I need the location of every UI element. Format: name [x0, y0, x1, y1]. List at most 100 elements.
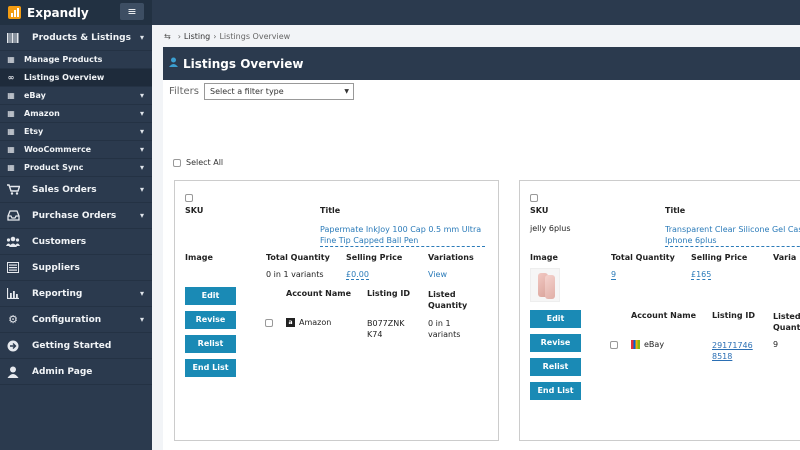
account-name-header: Account Name — [631, 311, 697, 320]
chevron-down-icon: ▾ — [139, 33, 144, 42]
sidebar-item-woocommerce[interactable]: ▦ WooCommerce ▾ — [0, 141, 152, 159]
grid-icon: ▦ — [7, 109, 15, 118]
title-value[interactable]: Papermate InkJoy 100 Cap 0.5 mm Ultra Fi… — [320, 224, 485, 247]
image-header: Image — [530, 253, 558, 262]
sidebar-item-amazon[interactable]: ▦ Amazon ▾ — [0, 105, 152, 123]
listing-id-value: B077ZNK K74 — [367, 319, 405, 339]
sidebar-item-label: Purchase Orders — [32, 210, 117, 221]
variations-header: Varia — [773, 253, 797, 262]
selling-price-header: Selling Price — [691, 253, 748, 262]
end-list-button[interactable]: End List — [530, 382, 581, 400]
breadcrumb-separator: › — [213, 31, 217, 41]
sidebar-item-ebay[interactable]: ▦ eBay ▾ — [0, 87, 152, 105]
filter-type-select[interactable]: Select a filter type ▼ — [203, 83, 354, 100]
variations-header: Variations — [428, 253, 474, 262]
product-thumbnail[interactable] — [530, 268, 560, 302]
total-quantity-value: 0 in 1 variants — [266, 270, 324, 279]
sidebar-item-suppliers[interactable]: Suppliers — [0, 255, 152, 281]
arrow-circle-icon — [6, 340, 20, 352]
sidebar-item-purchase-orders[interactable]: Purchase Orders ▾ — [0, 203, 152, 229]
edit-button[interactable]: Edit — [185, 287, 236, 305]
sku-header: SKU — [530, 206, 549, 215]
user-icon — [169, 57, 178, 70]
sidebar-item-listings-overview[interactable]: ∞ Listings Overview — [0, 69, 152, 87]
selling-price-value[interactable]: £165 — [691, 270, 712, 280]
listing-checkbox[interactable] — [185, 194, 193, 202]
sidebar-item-label: Customers — [32, 236, 87, 247]
select-all-label: Select All — [186, 158, 224, 167]
sku-value: jelly 6plus — [530, 224, 571, 233]
page-header: Listings Overview — [163, 47, 800, 80]
sidebar-item-admin-page[interactable]: Admin Page — [0, 359, 152, 385]
sidebar-item-product-sync[interactable]: ▦ Product Sync ▾ — [0, 159, 152, 177]
filter-select-value: Select a filter type — [209, 87, 284, 96]
sidebar-item-label: Manage Products — [24, 55, 103, 64]
listing-checkbox[interactable] — [530, 194, 538, 202]
sidebar-item-sales-orders[interactable]: Sales Orders ▾ — [0, 177, 152, 203]
sidebar-item-label: Reporting — [32, 288, 83, 299]
link-icon: ∞ — [7, 73, 15, 82]
end-list-button[interactable]: End List — [185, 359, 236, 377]
chart-icon — [6, 288, 20, 300]
listing-card: SKU Title Papermate InkJoy 100 Cap 0.5 m… — [174, 180, 499, 441]
listing-id-header: Listing ID — [367, 289, 410, 298]
chevron-down-icon: ▾ — [139, 91, 144, 100]
sidebar-item-configuration[interactable]: ⚙ Configuration ▾ — [0, 307, 152, 333]
sidebar-nav: Products & Listings ▾ ▦ Manage Products … — [0, 25, 152, 385]
title-value[interactable]: Transparent Clear Silicone Gel Cas Iphon… — [665, 224, 800, 247]
sidebar-item-label: Product Sync — [24, 163, 84, 172]
account-name-header: Account Name — [286, 289, 352, 298]
list-icon — [6, 262, 20, 274]
inbox-icon — [6, 210, 20, 222]
sidebar-item-label: Amazon — [24, 109, 60, 118]
sidebar-item-reporting[interactable]: Reporting ▾ — [0, 281, 152, 307]
listed-quantity-header: Listed Quantity — [773, 312, 800, 332]
home-link-icon[interactable]: ⇆ — [164, 32, 171, 41]
edit-button[interactable]: Edit — [530, 310, 581, 328]
sidebar-item-label: eBay — [24, 91, 46, 100]
sidebar-item-customers[interactable]: Customers — [0, 229, 152, 255]
account-row-checkbox[interactable] — [610, 341, 618, 349]
listed-quantity-value: 0 in 1 variants — [428, 319, 461, 339]
relist-button[interactable]: Relist — [185, 335, 236, 353]
selling-price-value[interactable]: £0.00 — [346, 270, 369, 280]
revise-button[interactable]: Revise — [530, 334, 581, 352]
total-quantity-value[interactable]: 9 — [611, 270, 617, 280]
breadcrumb-link-listing[interactable]: Listing — [184, 32, 210, 41]
chevron-down-icon: ▾ — [139, 127, 144, 136]
sidebar-item-label: Products & Listings — [32, 32, 131, 43]
hamburger-menu-icon[interactable]: ≡ — [120, 3, 144, 20]
barcode-icon — [6, 32, 20, 44]
select-all-checkbox[interactable] — [173, 158, 181, 167]
sidebar-item-getting-started[interactable]: Getting Started — [0, 333, 152, 359]
total-quantity-header: Total Quantity — [266, 253, 330, 262]
chevron-down-icon: ▾ — [139, 185, 144, 194]
account-name-value: Amazon — [299, 318, 332, 327]
sidebar-item-label: Sales Orders — [32, 184, 97, 195]
top-navbar — [152, 0, 800, 25]
grid-icon: ▦ — [7, 55, 15, 64]
revise-button[interactable]: Revise — [185, 311, 236, 329]
select-all: Select All — [173, 158, 223, 167]
listing-card: SKU jelly 6plus Title Transparent Clear … — [519, 180, 800, 441]
sidebar-item-etsy[interactable]: ▦ Etsy ▾ — [0, 123, 152, 141]
sidebar-item-label: Configuration — [32, 314, 102, 325]
filters-label: Filters — [169, 86, 199, 97]
ebay-icon — [631, 340, 640, 349]
relist-button[interactable]: Relist — [530, 358, 581, 376]
sidebar-item-products-listings[interactable]: Products & Listings ▾ — [0, 25, 152, 51]
account-row-checkbox[interactable] — [265, 319, 273, 327]
sidebar-item-manage-products[interactable]: ▦ Manage Products — [0, 51, 152, 69]
breadcrumb-current: Listings Overview — [219, 31, 291, 41]
chevron-down-icon: ▾ — [139, 145, 144, 154]
listing-id-link[interactable]: 29171746 8518 — [712, 340, 754, 362]
title-header: Title — [665, 206, 686, 215]
grid-icon: ▦ — [7, 91, 15, 100]
title-header: Title — [320, 206, 341, 215]
selling-price-header: Selling Price — [346, 253, 403, 262]
sidebar-item-label: Admin Page — [32, 366, 93, 377]
sku-header: SKU — [185, 206, 204, 215]
total-quantity-header: Total Quantity — [611, 253, 675, 262]
variations-view-link[interactable]: View — [428, 270, 447, 279]
chevron-down-icon: ▾ — [139, 289, 144, 298]
